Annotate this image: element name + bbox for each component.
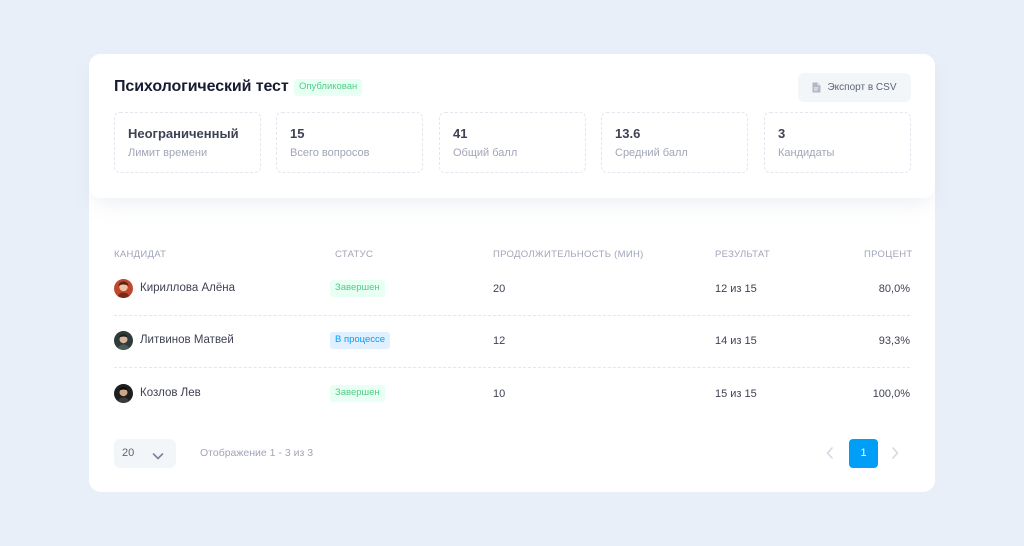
- duration-cell: 12: [493, 335, 506, 347]
- avatar: [114, 279, 133, 298]
- stat-label: Кандидаты: [778, 147, 835, 159]
- test-details-card: Психологический тест Опубликован Экспорт…: [89, 54, 935, 492]
- status-badge: В процессе: [330, 332, 391, 349]
- export-csv-label: Экспорт в CSV: [827, 82, 897, 93]
- duration-cell: 20: [493, 283, 506, 295]
- chevron-down-icon: [152, 448, 164, 466]
- candidate-name[interactable]: Литвинов Матвей: [140, 334, 234, 346]
- per-page-value: 20: [122, 447, 135, 459]
- table-row: Козлов Лев Завершен 10 15 из 15 100,0%: [114, 367, 910, 419]
- result-cell: 14 из 15: [715, 335, 757, 347]
- column-header-candidate[interactable]: КАНДИДАТ: [114, 249, 166, 260]
- stat-value: 41: [453, 126, 468, 141]
- stat-candidates: 3 Кандидаты: [764, 112, 911, 173]
- percent-cell: 80,0%: [878, 283, 910, 295]
- avatar: [114, 331, 133, 350]
- column-header-result[interactable]: РЕЗУЛЬТАТ: [715, 249, 770, 260]
- percent-cell: 100,0%: [872, 388, 910, 400]
- page-title: Психологический тест: [114, 78, 289, 95]
- chevron-right-icon[interactable]: [890, 446, 900, 465]
- status-badge: Завершен: [330, 280, 385, 297]
- column-header-percent[interactable]: ПРОЦЕНТ: [864, 249, 912, 260]
- stat-label: Средний балл: [615, 147, 688, 159]
- candidate-name[interactable]: Козлов Лев: [140, 387, 201, 399]
- candidate-name[interactable]: Кириллова Алёна: [140, 282, 235, 294]
- duration-cell: 10: [493, 388, 506, 400]
- stat-value: 15: [290, 126, 305, 141]
- status-badge: Опубликован: [294, 79, 363, 96]
- stat-label: Всего вопросов: [290, 147, 370, 159]
- chevron-left-icon[interactable]: [825, 446, 835, 465]
- result-cell: 15 из 15: [715, 388, 757, 400]
- stat-value: Неограниченный: [128, 126, 239, 141]
- stat-time-limit: Неограниченный Лимит времени: [114, 112, 261, 173]
- avatar: [114, 384, 133, 403]
- stat-total-score: 41 Общий балл: [439, 112, 586, 173]
- stat-value: 3: [778, 126, 786, 141]
- test-summary-panel: Психологический тест Опубликован Экспорт…: [89, 54, 935, 198]
- percent-cell: 93,3%: [878, 335, 910, 347]
- stat-total-questions: 15 Всего вопросов: [276, 112, 423, 173]
- result-cell: 12 из 15: [715, 283, 757, 295]
- pagination-info: Отображение 1 - 3 из 3: [200, 447, 314, 459]
- stat-label: Общий балл: [453, 147, 518, 159]
- table-row: Кириллова Алёна Завершен 20 12 из 15 80,…: [114, 263, 910, 315]
- page-button-current[interactable]: 1: [849, 439, 878, 468]
- file-icon: [812, 82, 821, 93]
- column-header-status[interactable]: СТАТУС: [335, 249, 373, 260]
- column-header-duration[interactable]: ПРОДОЛЖИТЕЛЬНОСТЬ (МИН): [493, 249, 644, 260]
- stat-label: Лимит времени: [128, 147, 208, 159]
- stat-average-score: 13.6 Средний балл: [601, 112, 748, 173]
- status-badge: Завершен: [330, 385, 385, 402]
- stat-value: 13.6: [615, 126, 641, 141]
- table-row: Литвинов Матвей В процессе 12 14 из 15 9…: [114, 315, 910, 367]
- export-csv-button[interactable]: Экспорт в CSV: [798, 73, 911, 102]
- per-page-select[interactable]: 20: [114, 439, 176, 468]
